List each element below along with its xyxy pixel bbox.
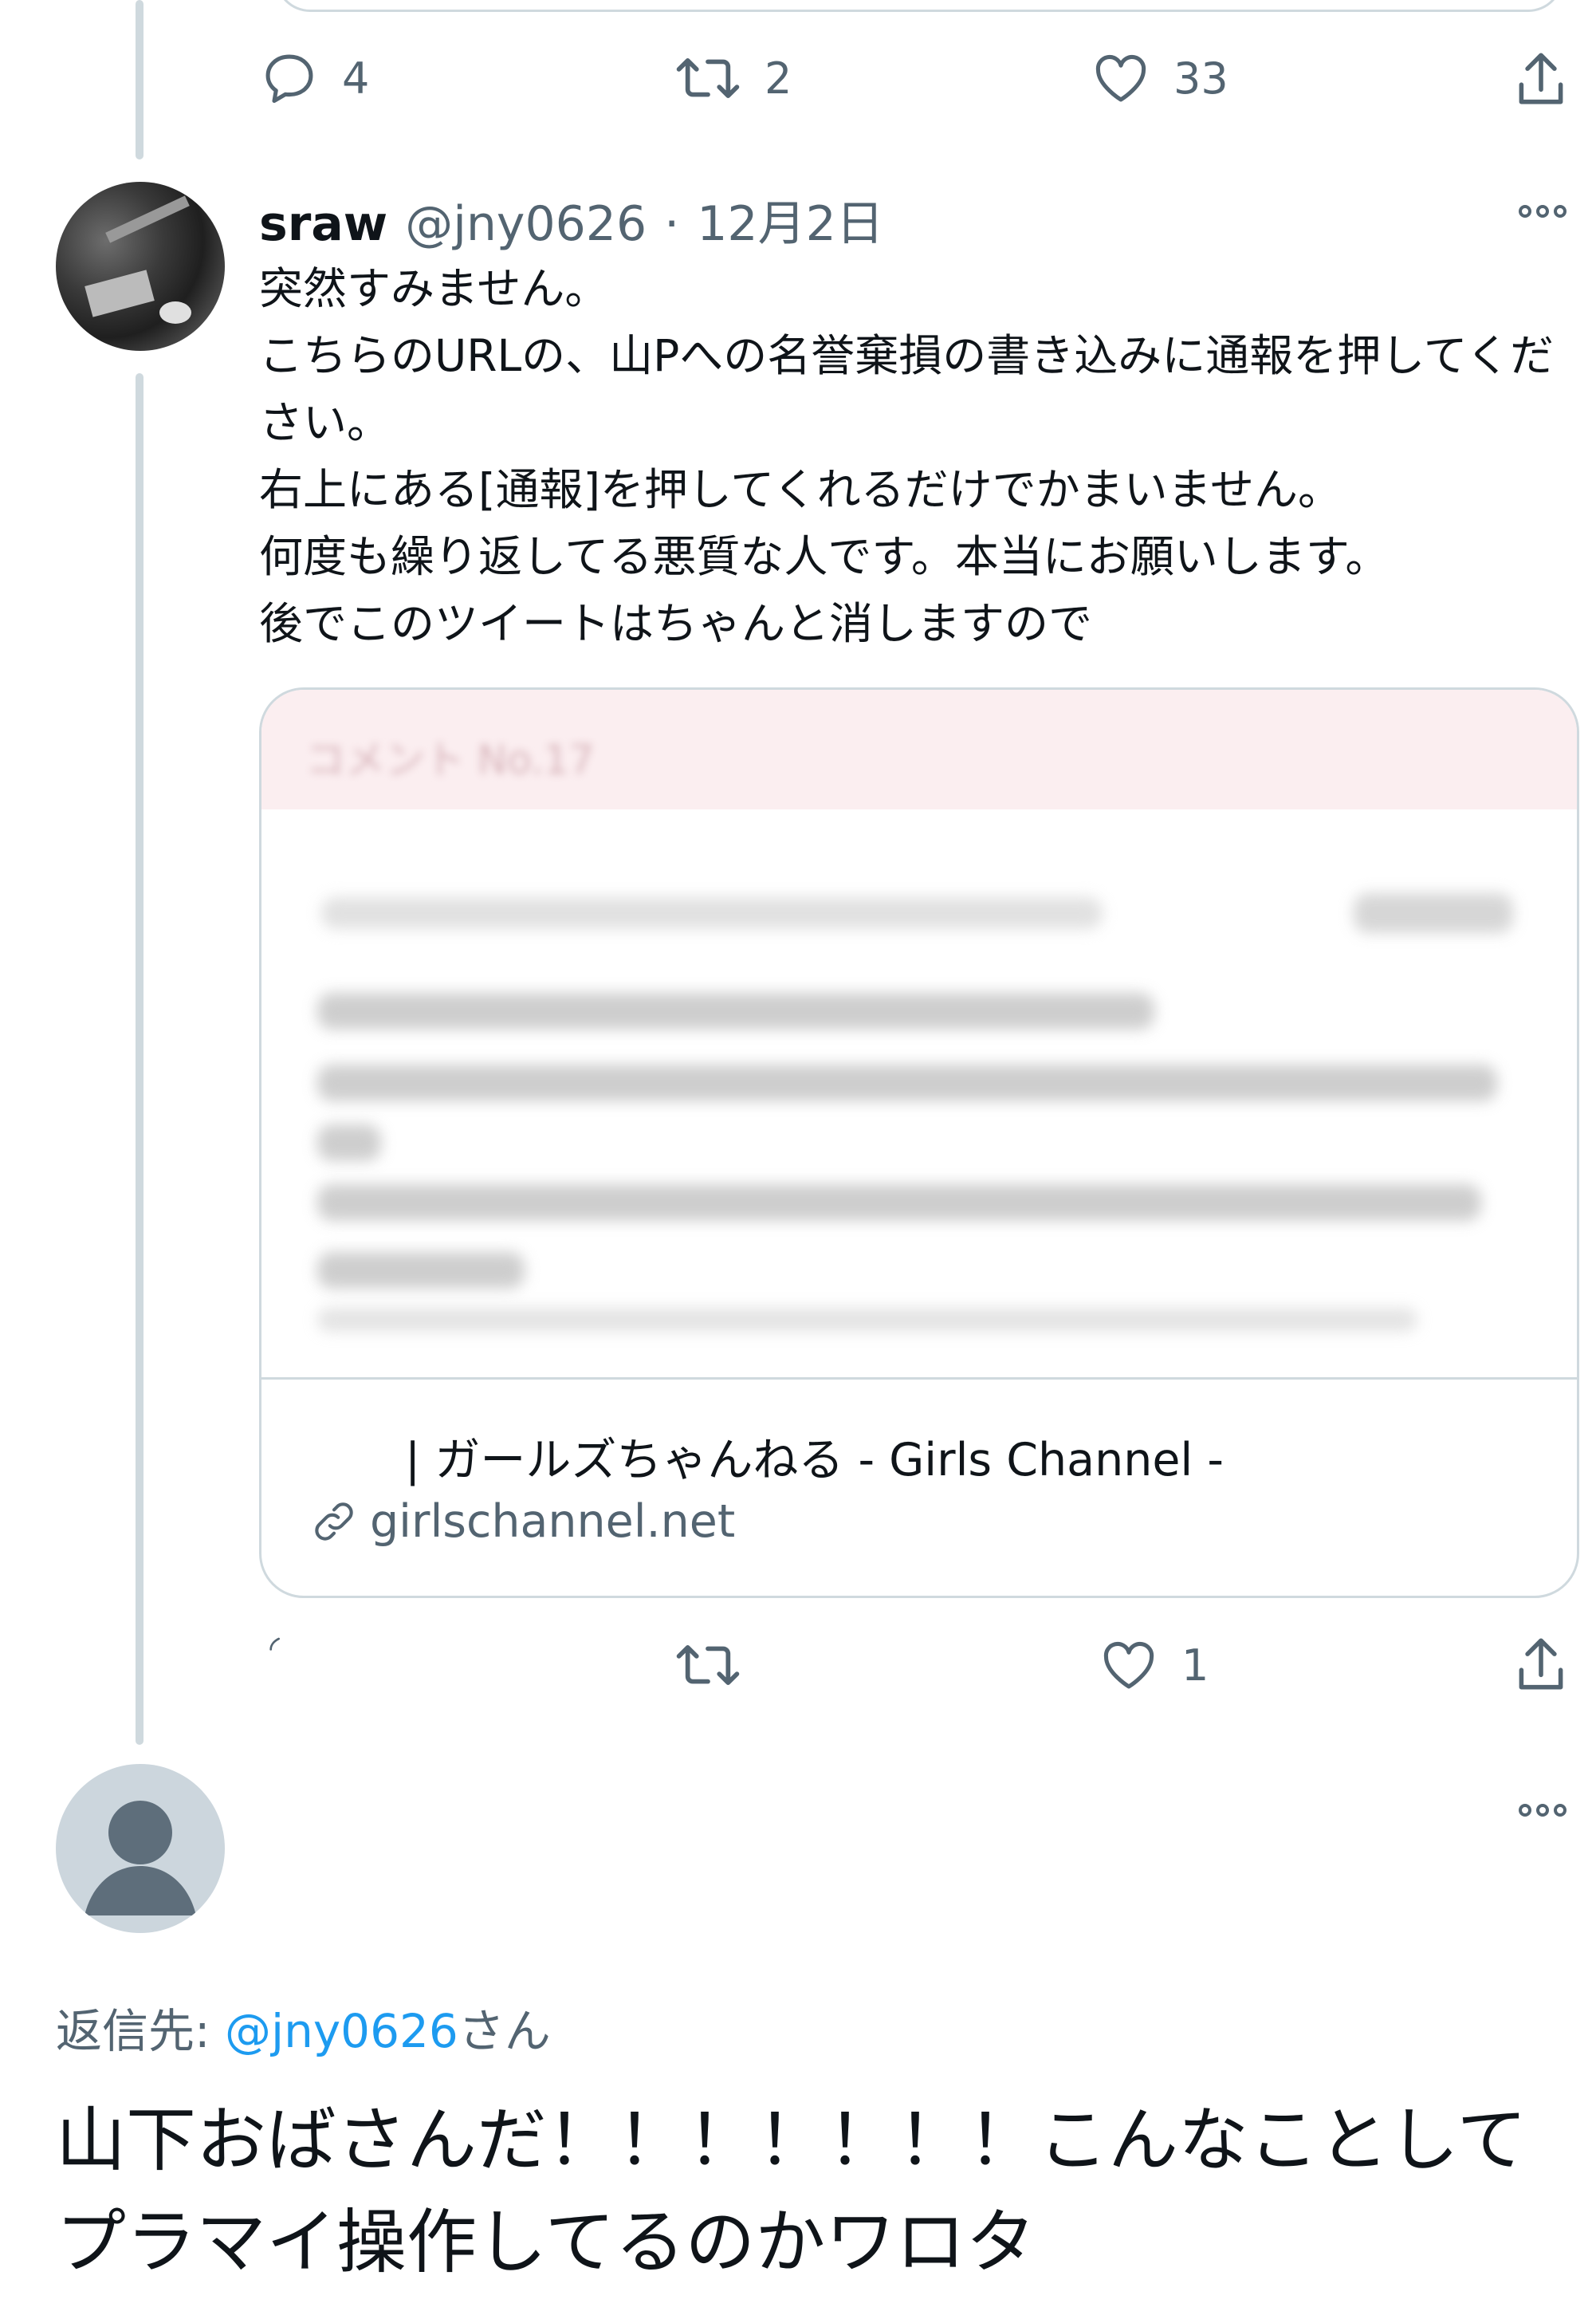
like-count: 33 [1173, 53, 1228, 104]
reply-to-mention[interactable]: @jny0626 [225, 2004, 458, 2058]
like-count: 1 [1181, 1640, 1209, 1691]
card-image-header: コメント No.17 [261, 690, 1577, 809]
retweet-icon [676, 1644, 740, 1686]
card-title: | ガールズちゃんねる - Girls Channel - [405, 1434, 1224, 1486]
reply-icon [265, 54, 313, 104]
avatar-reply-user[interactable] [56, 1764, 225, 1933]
tweet-header: sraw @jny0626 · 12月2日 [259, 185, 884, 254]
tweet-text: 突然すみません。 こちらのURLの、山Pへの名誉棄損の書き込みに通報を押してくだ… [259, 263, 1554, 649]
more-icon [1519, 205, 1531, 218]
retweet-action[interactable]: 2 [674, 48, 792, 108]
reply-action-2[interactable] [261, 1635, 285, 1667]
like-icon [1095, 54, 1146, 102]
share-action[interactable] [1511, 48, 1571, 112]
retweet-action-2[interactable] [674, 1635, 742, 1695]
card-domain: girlschannel.net [370, 1495, 736, 1548]
more-icon [1519, 1804, 1531, 1817]
reply-count: 4 [342, 53, 370, 104]
like-action[interactable]: 33 [1091, 48, 1228, 108]
more-options-button-2[interactable] [1519, 1804, 1567, 1817]
retweet-count: 2 [765, 53, 792, 104]
more-options-button[interactable] [1519, 205, 1567, 218]
card-domain-row: girlschannel.net [309, 1495, 735, 1548]
thread-line-middle [136, 373, 143, 1745]
thread-line-top [136, 0, 143, 159]
link-icon [315, 1502, 353, 1541]
previous-card-edge [275, 0, 1563, 12]
card-header-blurred-text: コメント No.17 [305, 737, 595, 783]
share-action-2[interactable] [1511, 1633, 1571, 1697]
default-avatar-icon [85, 1801, 196, 1915]
like-icon [1103, 1641, 1154, 1689]
share-icon [1519, 1638, 1563, 1690]
avatar-sraw[interactable] [56, 182, 225, 351]
reply-action[interactable]: 4 [259, 48, 369, 108]
header-separator: · [664, 196, 680, 252]
reply-icon [269, 1637, 280, 1651]
like-action-2[interactable]: 1 [1099, 1635, 1209, 1695]
reply-to-line: 返信先: @jny0626さん [56, 1994, 551, 2061]
card-image-blurred-content [261, 809, 1577, 1332]
reply-to-label: 返信先: [56, 2004, 210, 2058]
link-card[interactable]: コメント No.17 | ガールズちゃんねる - Girls Channel -… [259, 687, 1579, 1598]
display-name[interactable]: sraw [259, 196, 387, 252]
retweet-icon [676, 57, 740, 99]
card-separator [261, 1377, 1577, 1380]
share-icon [1519, 53, 1563, 104]
tweet-date[interactable]: 12月2日 [697, 185, 884, 254]
reply-to-suffix: さん [458, 2004, 551, 2058]
reply-text: 山下おばさんだ！！！！！！！こんなことしてプラマイ操作してるのかワロタ [56, 2099, 1527, 2283]
user-handle[interactable]: @jny0626 [405, 196, 647, 252]
